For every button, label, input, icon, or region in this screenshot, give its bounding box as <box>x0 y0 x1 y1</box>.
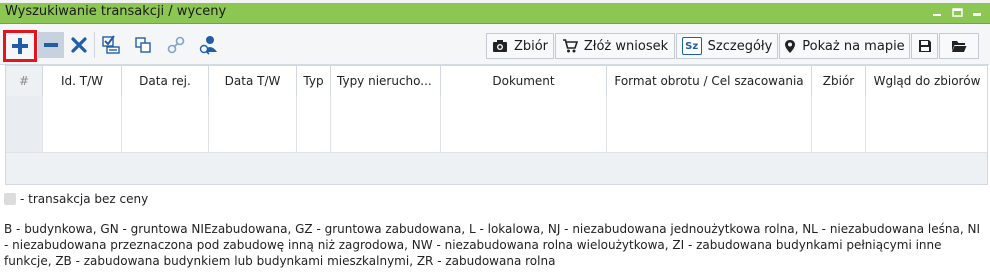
add-icon <box>12 38 28 54</box>
table-cell <box>43 124 122 138</box>
open-folder-icon <box>952 41 967 52</box>
table-cell <box>607 138 812 152</box>
table-cell <box>6 138 43 152</box>
table-row[interactable] <box>6 96 987 111</box>
column-header-wglad[interactable]: Wgląd do zbiorów <box>866 66 987 96</box>
table-row[interactable] <box>6 124 987 139</box>
table-cell <box>43 96 122 110</box>
link-button[interactable] <box>163 32 189 58</box>
close-icon[interactable] <box>970 4 984 20</box>
column-header-id[interactable]: Id. T/W <box>43 66 122 96</box>
copy-icon <box>135 37 151 53</box>
table-cell <box>331 124 441 138</box>
abbreviations-legend: B - budynkowa, GN - gruntowa NIEzabudowa… <box>4 222 980 268</box>
table-cell <box>209 96 297 110</box>
table-cell <box>441 124 607 138</box>
toolbar-separator <box>94 32 95 58</box>
table-cell <box>43 138 122 152</box>
map-pin-icon <box>785 39 796 53</box>
table-cell <box>6 96 43 110</box>
column-header-index: # <box>6 66 43 96</box>
column-header-data-tw[interactable]: Data T/W <box>209 66 297 96</box>
locate-user-icon <box>199 36 217 55</box>
table-cell <box>441 110 607 124</box>
table-cell <box>812 110 866 124</box>
table-cell <box>866 124 987 138</box>
table-cell <box>866 110 987 124</box>
table-cell <box>122 96 209 110</box>
details-label: Szczegóły <box>707 38 773 54</box>
camera-icon <box>492 40 507 52</box>
remove-button[interactable] <box>38 32 64 58</box>
table-cell <box>297 138 331 152</box>
table-cell <box>812 138 866 152</box>
open-button[interactable] <box>939 33 979 59</box>
table-cell <box>6 110 43 124</box>
save-icon <box>918 40 931 52</box>
submit-request-label: Złóż wniosek <box>583 38 669 54</box>
window-controls <box>930 4 984 20</box>
details-button[interactable]: Sz Szczegóły <box>676 33 778 59</box>
transactions-table: # Id. T/W Data rej. Data T/W Typ Typy ni… <box>5 65 988 185</box>
table-cell <box>43 110 122 124</box>
table-row[interactable] <box>6 138 987 153</box>
table-cell <box>441 138 607 152</box>
table-header: # Id. T/W Data rej. Data T/W Typ Typy ni… <box>6 66 987 97</box>
table-cell <box>331 96 441 110</box>
delete-button[interactable] <box>66 32 92 58</box>
delete-icon <box>71 37 87 53</box>
toolbar: Zbiór Złóż wniosek Sz Szczegóły Pokaż na… <box>0 24 990 65</box>
table-cell <box>607 124 812 138</box>
table-cell <box>297 96 331 110</box>
copy-button[interactable] <box>130 32 156 58</box>
table-cell <box>331 138 441 152</box>
remove-icon <box>44 43 58 47</box>
window-titlebar: Wyszukiwanie transakcji / wyceny <box>0 3 990 24</box>
no-price-swatch <box>4 193 16 205</box>
table-cell <box>866 96 987 110</box>
check-list-button[interactable] <box>98 32 124 58</box>
table-cell <box>122 110 209 124</box>
table-cell <box>866 138 987 152</box>
table-row[interactable] <box>6 110 987 125</box>
column-header-format-obrotu[interactable]: Format obrotu / Cel szacowania <box>607 66 812 96</box>
table-cell <box>122 124 209 138</box>
locate-user-button[interactable] <box>196 32 222 58</box>
show-on-map-label: Pokaż na mapie <box>802 38 905 54</box>
add-button[interactable] <box>3 30 37 62</box>
table-cell <box>209 124 297 138</box>
link-icon <box>167 36 185 54</box>
column-header-typ[interactable]: Typ <box>297 66 331 96</box>
table-cell <box>209 138 297 152</box>
save-button[interactable] <box>911 33 938 59</box>
column-header-typy-nieruchomosci[interactable]: Typy nierucho... <box>331 66 441 96</box>
minimize-icon[interactable] <box>930 4 944 20</box>
table-cell <box>812 96 866 110</box>
table-cell <box>441 96 607 110</box>
check-list-icon <box>102 35 120 54</box>
cart-icon <box>562 39 578 53</box>
window-title: Wyszukiwanie transakcji / wyceny <box>5 4 227 19</box>
table-cell <box>607 96 812 110</box>
legend-label: - transakcja bez ceny <box>20 192 149 206</box>
table-cell <box>812 124 866 138</box>
table-cell <box>297 124 331 138</box>
column-header-dokument[interactable]: Dokument <box>441 66 607 96</box>
table-cell <box>297 110 331 124</box>
table-cell <box>209 110 297 124</box>
table-cell <box>122 138 209 152</box>
details-icon: Sz <box>681 37 702 55</box>
submit-request-button[interactable]: Złóż wniosek <box>555 33 675 59</box>
column-header-data-rej[interactable]: Data rej. <box>122 66 209 96</box>
zbior-button[interactable]: Zbiór <box>486 33 554 59</box>
table-cell <box>331 110 441 124</box>
show-on-map-button[interactable]: Pokaż na mapie <box>779 33 910 59</box>
table-cell <box>6 124 43 138</box>
column-header-zbior[interactable]: Zbiór <box>812 66 866 96</box>
zbior-label: Zbiór <box>513 38 549 54</box>
table-cell <box>607 110 812 124</box>
restore-icon[interactable] <box>950 4 964 20</box>
